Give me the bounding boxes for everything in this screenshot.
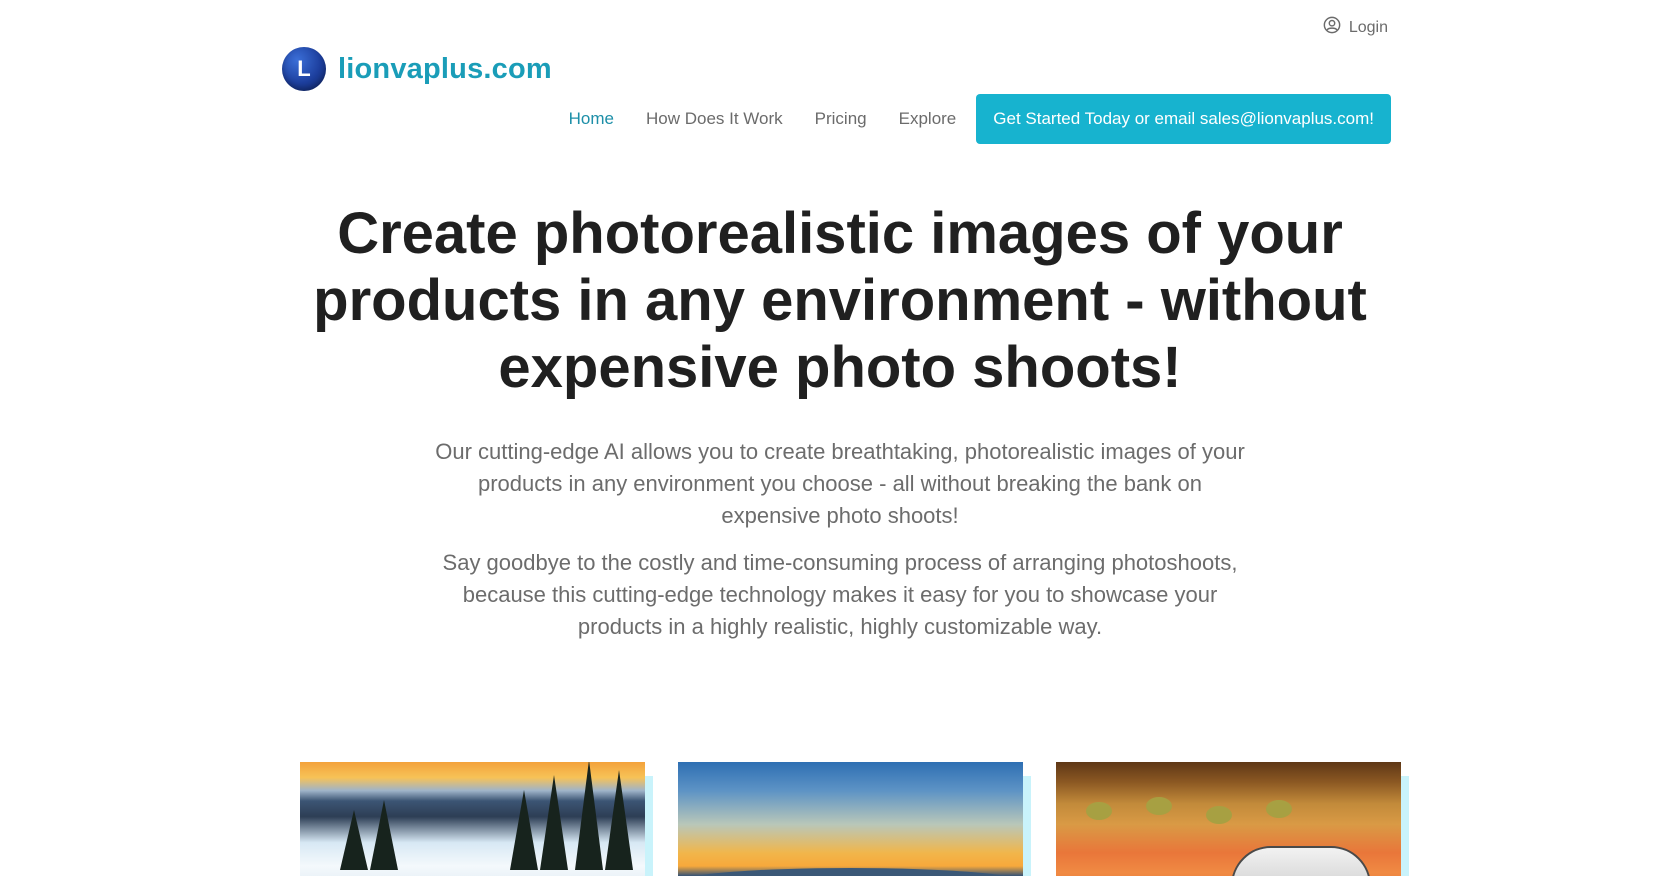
gallery-card[interactable] bbox=[1056, 762, 1409, 876]
gallery-card[interactable] bbox=[678, 762, 1031, 876]
nav-explore[interactable]: Explore bbox=[883, 109, 973, 129]
hero-title: Create photorealistic images of your pro… bbox=[313, 201, 1367, 400]
bush-shape bbox=[1266, 800, 1292, 818]
login-label: Login bbox=[1348, 18, 1388, 36]
bush-shape bbox=[1086, 802, 1112, 820]
desert-car-image bbox=[1056, 762, 1401, 876]
login-link[interactable]: Login bbox=[1323, 16, 1388, 39]
nav-how-does-it-work[interactable]: How Does It Work bbox=[630, 109, 799, 129]
tree-shape bbox=[340, 810, 368, 870]
hills-shape bbox=[678, 868, 1023, 876]
gallery-card[interactable] bbox=[300, 762, 653, 876]
nav-pricing[interactable]: Pricing bbox=[799, 109, 883, 129]
product-gallery bbox=[300, 762, 1409, 876]
user-circle-icon bbox=[1323, 16, 1341, 39]
lake-sunset-image bbox=[678, 762, 1023, 876]
car-shape bbox=[1231, 846, 1371, 876]
tree-shape bbox=[510, 790, 538, 870]
hero-intro-paragraph: Our cutting-edge AI allows you to create… bbox=[435, 439, 1245, 528]
page: Login L lionvaplus.com Home How Does It … bbox=[0, 0, 1680, 876]
bush-shape bbox=[1146, 797, 1172, 815]
brand-name: lionvaplus.com bbox=[338, 52, 552, 85]
tree-shape bbox=[575, 762, 603, 870]
brand-logo-icon: L bbox=[282, 47, 326, 91]
tree-shape bbox=[370, 800, 398, 870]
main-nav: Home How Does It Work Pricing Explore Ge… bbox=[553, 94, 1391, 144]
tree-shape bbox=[605, 770, 633, 870]
snowy-forest-image bbox=[300, 762, 645, 876]
get-started-button[interactable]: Get Started Today or email sales@lionvap… bbox=[976, 94, 1391, 144]
hero-secondary-paragraph: Say goodbye to the costly and time-consu… bbox=[442, 550, 1238, 639]
bush-shape bbox=[1206, 806, 1232, 824]
tree-shape bbox=[540, 775, 568, 870]
brand-home-link[interactable]: L lionvaplus.com bbox=[282, 47, 552, 91]
nav-home[interactable]: Home bbox=[553, 109, 630, 129]
